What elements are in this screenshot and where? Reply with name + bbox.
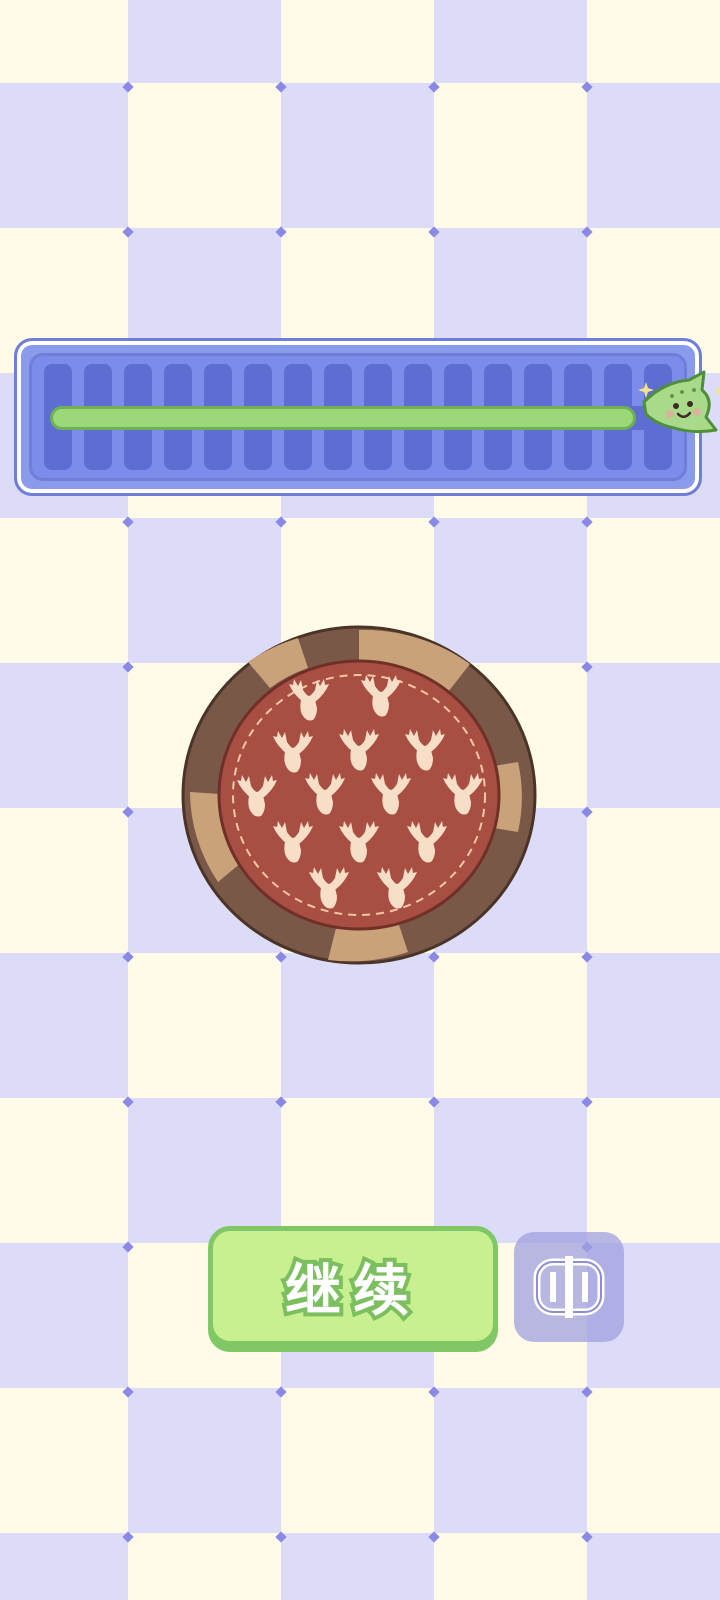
grid-dot	[122, 81, 134, 93]
continue-button-label: 继续	[281, 1255, 421, 1328]
grid-dot	[428, 81, 440, 93]
progress-bar-inner	[29, 353, 687, 481]
grid-dot	[581, 1096, 593, 1108]
grid-dot	[428, 1531, 440, 1543]
grid-dot	[122, 1096, 134, 1108]
share-frame-icon	[533, 1256, 605, 1318]
continue-button[interactable]: 继续	[208, 1226, 498, 1346]
game-board: 继续	[0, 0, 720, 1600]
grid-dot	[428, 1096, 440, 1108]
grid-dot	[275, 516, 287, 528]
grid-dot	[581, 661, 593, 673]
grid-dot	[122, 516, 134, 528]
progress-track	[50, 406, 654, 430]
pie-dish	[181, 625, 537, 965]
grid-dot	[581, 806, 593, 818]
grid-dot	[581, 951, 593, 963]
progress-fill	[50, 406, 636, 430]
grid-dot	[122, 951, 134, 963]
grid-dot	[581, 1386, 593, 1398]
grid-dot	[581, 516, 593, 528]
grid-dot	[122, 806, 134, 818]
grid-dot	[428, 1386, 440, 1398]
grid-dot	[122, 226, 134, 238]
smiling-green-leaf-mascot-icon	[638, 370, 720, 434]
grid-dot	[275, 1531, 287, 1543]
grid-dot	[581, 1531, 593, 1543]
grid-dot	[122, 1241, 134, 1253]
grid-dot	[122, 1386, 134, 1398]
grid-dot	[428, 226, 440, 238]
grid-dot	[581, 226, 593, 238]
grid-dot	[122, 661, 134, 673]
grid-dot	[275, 226, 287, 238]
grid-dot	[275, 81, 287, 93]
grid-dot	[428, 516, 440, 528]
share-button[interactable]	[514, 1232, 624, 1342]
grid-dot	[275, 1096, 287, 1108]
grid-dot	[122, 1531, 134, 1543]
progress-bar-panel	[14, 338, 702, 496]
grid-dot	[275, 1386, 287, 1398]
grid-dot	[581, 81, 593, 93]
